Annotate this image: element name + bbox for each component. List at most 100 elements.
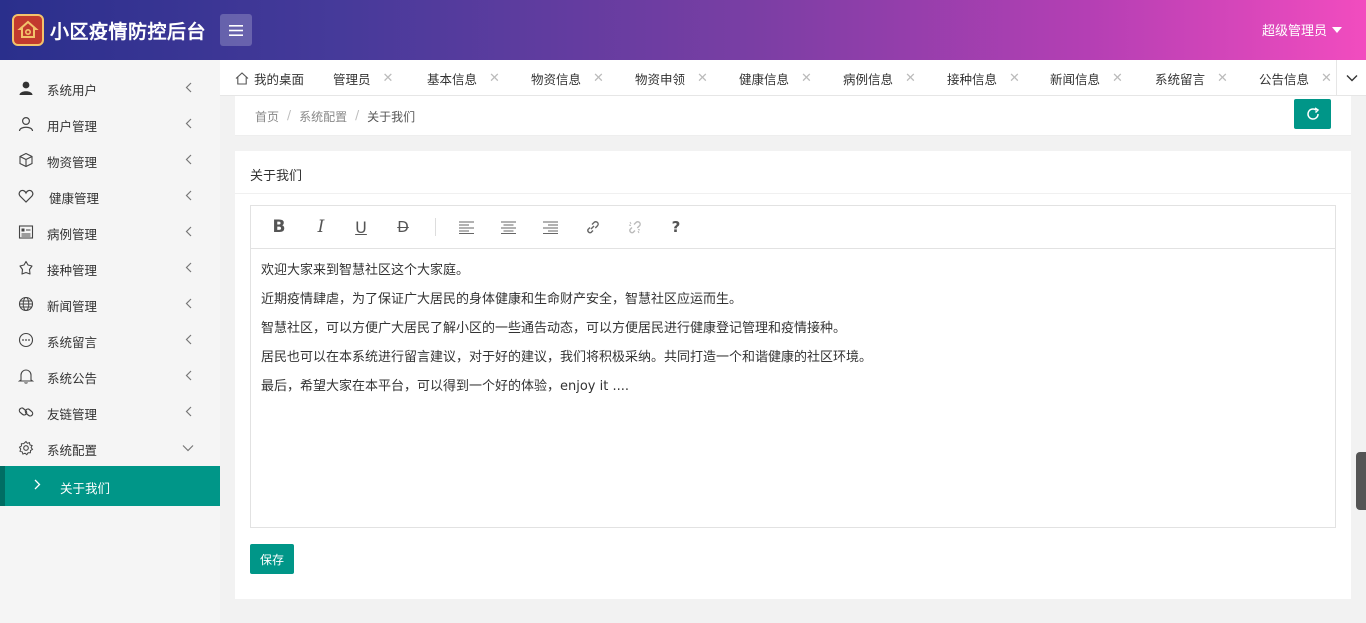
sidebar-item-health[interactable]: 健康管理	[0, 178, 220, 214]
sidebar-item-announcements[interactable]: 系统公告	[0, 358, 220, 394]
insert-link-button[interactable]	[582, 217, 602, 237]
tab-supplies-info[interactable]: 物资信息 ✕	[531, 60, 604, 95]
sidebar-item-links[interactable]: 友链管理	[0, 394, 220, 430]
help-button[interactable]: ?	[666, 217, 686, 237]
toolbar-separator	[435, 218, 436, 236]
align-right-button[interactable]	[540, 217, 560, 237]
user-solid-icon	[19, 81, 33, 95]
tab-health-info[interactable]: 健康信息 ✕	[739, 60, 812, 95]
breadcrumb: 首页 / 系统配置 / 关于我们	[255, 108, 415, 125]
close-icon[interactable]: ✕	[905, 71, 916, 86]
sidebar-item-messages[interactable]: 系统留言	[0, 322, 220, 358]
top-header: 小区疫情防控后台 超级管理员	[0, 0, 1366, 60]
tab-label: 病例信息	[843, 71, 894, 87]
close-icon[interactable]: ✕	[1321, 71, 1332, 86]
user-name: 超级管理员	[1261, 24, 1327, 39]
refresh-button[interactable]	[1294, 99, 1331, 129]
italic-button[interactable]: I	[311, 217, 331, 237]
tab-case-info[interactable]: 病例信息 ✕	[843, 60, 916, 95]
close-icon[interactable]: ✕	[1009, 71, 1020, 86]
message-icon	[18, 332, 34, 348]
sidebar-item-label: 健康管理	[49, 191, 100, 206]
sidebar-item-label: 物资管理	[47, 155, 98, 170]
breadcrumb-home[interactable]: 首页	[255, 108, 279, 125]
close-icon[interactable]: ✕	[1112, 71, 1123, 86]
tab-basic-info[interactable]: 基本信息 ✕	[427, 60, 500, 95]
link-icon	[18, 407, 34, 417]
sidebar-item-label: 系统留言	[47, 335, 98, 350]
close-icon[interactable]: ✕	[489, 71, 500, 86]
user-icon	[18, 116, 34, 132]
tab-label: 基本信息	[427, 71, 478, 87]
sidebar-item-supplies[interactable]: 物资管理	[0, 142, 220, 178]
breadcrumb-current: 关于我们	[367, 110, 416, 124]
underline-button[interactable]: U	[351, 217, 371, 237]
side-scroll-handle[interactable]	[1356, 452, 1366, 510]
save-button[interactable]: 保存	[250, 544, 294, 574]
sidebar-subitem-about-us[interactable]: 关于我们	[0, 466, 220, 506]
tab-news-info[interactable]: 新闻信息 ✕	[1050, 60, 1123, 95]
unlink-button[interactable]	[624, 217, 644, 237]
sidebar-subitem-label: 关于我们	[60, 481, 111, 496]
close-icon[interactable]: ✕	[801, 71, 812, 86]
tab-system-messages[interactable]: 系统留言 ✕	[1155, 60, 1228, 95]
sidebar-item-system-users[interactable]: 系统用户	[0, 70, 220, 106]
tab-admin[interactable]: 管理员 ✕	[333, 60, 394, 95]
heart-icon	[18, 189, 34, 203]
breadcrumb-section[interactable]: 系统配置	[299, 108, 347, 125]
link-icon	[586, 220, 599, 233]
editor-content[interactable]: 欢迎大家来到智慧社区这个大家庭。 近期疫情肆虐，为了保证广大居民的身体健康和生命…	[261, 261, 872, 406]
chevron-left-icon	[185, 118, 192, 129]
sidebar-item-label: 新闻管理	[47, 299, 98, 314]
chevron-left-icon	[185, 262, 192, 273]
bold-button[interactable]: B	[269, 217, 289, 237]
user-menu[interactable]: 超级管理员	[1262, 20, 1342, 39]
close-icon[interactable]: ✕	[1217, 71, 1228, 86]
strikethrough-button[interactable]: D	[393, 217, 413, 237]
sidebar-item-cases[interactable]: 病例管理	[0, 214, 220, 250]
align-center-button[interactable]	[498, 217, 518, 237]
settings-icon	[18, 440, 34, 456]
close-icon[interactable]: ✕	[383, 71, 394, 86]
close-icon[interactable]: ✕	[593, 71, 604, 86]
tab-announcements[interactable]: 公告信息 ✕	[1259, 60, 1332, 95]
sidebar-item-news[interactable]: 新闻管理	[0, 286, 220, 322]
about-us-card: 关于我们 B I U D ? 欢迎大家来到智慧社区这个大家庭。 近期疫情肆虐，为…	[235, 151, 1351, 599]
tab-supplies-claim[interactable]: 物资申领 ✕	[635, 60, 708, 95]
refresh-icon	[1306, 107, 1319, 120]
divider	[235, 193, 1351, 194]
tab-label: 管理员	[333, 71, 371, 87]
tab-label: 健康信息	[739, 71, 790, 87]
chevron-right-icon	[34, 479, 41, 490]
card-title: 关于我们	[250, 169, 303, 184]
active-indicator	[0, 466, 5, 506]
tab-bar: 我的桌面 管理员 ✕ 基本信息 ✕ 物资信息 ✕ 物资申领 ✕ 健康信息 ✕ 病例信息 ✕ …	[220, 60, 1366, 96]
close-icon[interactable]: ✕	[697, 71, 708, 86]
content-paragraph: 居民也可以在本系统进行留言建议，对于好的建议，我们将积极采纳。共同打造一个和谐健…	[261, 350, 873, 365]
tab-my-desktop[interactable]: 我的桌面	[235, 60, 304, 95]
chevron-left-icon	[185, 190, 192, 201]
align-left-button[interactable]	[456, 217, 476, 237]
tabs-more-button[interactable]	[1336, 60, 1366, 95]
align-left-icon	[458, 221, 474, 234]
sidebar-item-system-config[interactable]: 系统配置	[0, 430, 220, 466]
sidebar-item-label: 系统用户	[47, 83, 98, 98]
chevron-down-icon	[1346, 75, 1357, 82]
sidebar-item-label: 用户管理	[47, 119, 98, 134]
sidebar-item-vaccination[interactable]: 接种管理	[0, 250, 220, 286]
tab-vaccination-info[interactable]: 接种信息 ✕	[947, 60, 1020, 95]
unlink-icon	[628, 220, 641, 233]
form-icon	[18, 225, 34, 239]
chevron-left-icon	[185, 370, 192, 381]
sidebar-item-user-management[interactable]: 用户管理	[0, 106, 220, 142]
rich-text-editor[interactable]: B I U D ? 欢迎大家来到智慧社区这个大家庭。 近期疫情肆虐，为了保证广大…	[250, 205, 1336, 528]
chevron-left-icon	[185, 406, 192, 417]
tab-label: 物资信息	[531, 71, 582, 87]
release-icon	[19, 260, 33, 275]
menu-toggle-button[interactable]	[220, 14, 252, 46]
sidebar-item-label: 接种管理	[47, 263, 98, 278]
breadcrumb-bar: 首页 / 系统配置 / 关于我们	[235, 96, 1351, 136]
tab-label: 系统留言	[1155, 71, 1206, 87]
tab-label: 新闻信息	[1050, 71, 1101, 87]
tab-label: 公告信息	[1259, 71, 1310, 87]
